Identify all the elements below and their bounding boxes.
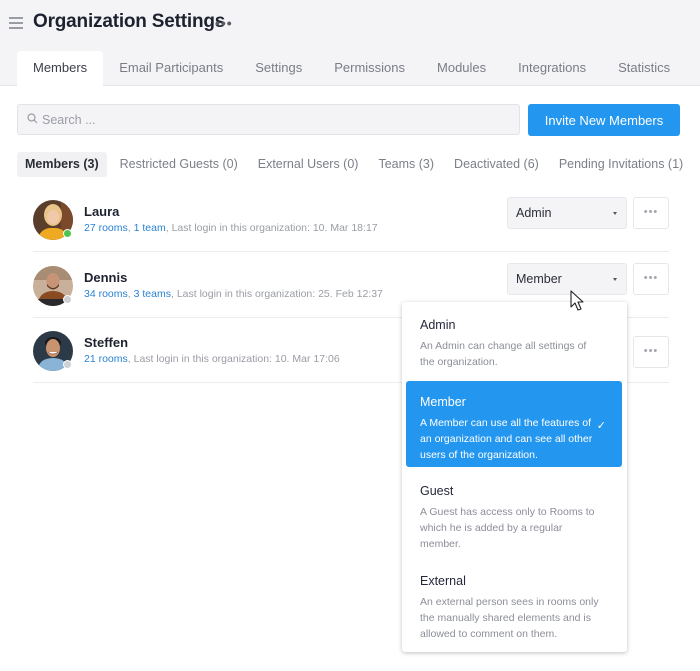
subtab-deactivated[interactable]: Deactivated (6) xyxy=(446,152,547,177)
settings-tabs: Members Email Participants Settings Perm… xyxy=(17,51,686,87)
tab-members[interactable]: Members xyxy=(17,51,104,87)
member-more-button[interactable]: ••• xyxy=(633,263,669,295)
member-meta: 34 rooms, 3 teams, Last login in this or… xyxy=(84,288,383,300)
role-dropdown-menu: Admin An Admin can change all settings o… xyxy=(402,302,627,652)
role-option-external[interactable]: External An external person sees in room… xyxy=(406,560,622,648)
member-more-button[interactable]: ••• xyxy=(633,197,669,229)
search-input[interactable] xyxy=(42,105,512,134)
role-option-admin[interactable]: Admin An Admin can change all settings o… xyxy=(406,304,622,378)
option-description: A Member can use all the features of an … xyxy=(420,417,593,461)
member-name: Dennis xyxy=(84,270,128,285)
subtab-external-users[interactable]: External Users (0) xyxy=(250,152,367,177)
role-option-guest[interactable]: Guest A Guest has access only to Rooms t… xyxy=(406,470,622,556)
member-row: Laura 27 rooms, 1 team, Last login in th… xyxy=(33,187,669,252)
rooms-link[interactable]: 34 rooms xyxy=(84,288,128,300)
role-select[interactable]: Member xyxy=(507,263,627,295)
member-name: Laura xyxy=(84,204,120,219)
teams-link[interactable]: 3 teams xyxy=(134,288,171,300)
top-bar: Organization Settings ••• Members Email … xyxy=(0,0,700,87)
tab-permissions[interactable]: Permissions xyxy=(318,51,421,87)
last-login: Last login in this organization: 10. Mar… xyxy=(133,353,340,365)
option-title: Admin xyxy=(420,318,456,332)
subtab-pending-invitations[interactable]: Pending Invitations (1) xyxy=(551,152,691,177)
option-description: A Guest has access only to Rooms to whic… xyxy=(420,506,595,550)
hamburger-icon[interactable] xyxy=(9,16,23,30)
member-more-button[interactable]: ••• xyxy=(633,336,669,368)
offline-status-indicator xyxy=(63,295,72,304)
member-meta: 27 rooms, 1 team, Last login in this org… xyxy=(84,222,378,234)
tab-modules[interactable]: Modules xyxy=(421,51,502,87)
tab-statistics[interactable]: Statistics xyxy=(602,51,686,87)
role-value: Member xyxy=(516,272,562,286)
search-box xyxy=(17,104,520,135)
option-title: Member xyxy=(420,395,466,409)
subtab-teams[interactable]: Teams (3) xyxy=(370,152,442,177)
search-icon xyxy=(27,113,38,124)
tab-email-participants[interactable]: Email Participants xyxy=(103,51,239,87)
member-name: Steffen xyxy=(84,335,129,350)
option-description: An Admin can change all settings of the … xyxy=(420,340,587,368)
caret-down-icon xyxy=(613,212,617,215)
offline-status-indicator xyxy=(63,360,72,369)
last-login: Last login in this organization: 10. Mar… xyxy=(171,222,378,234)
tab-integrations[interactable]: Integrations xyxy=(502,51,602,87)
caret-down-icon xyxy=(613,278,617,281)
rooms-link[interactable]: 21 rooms xyxy=(84,353,128,365)
tab-settings[interactable]: Settings xyxy=(239,51,318,87)
option-title: Guest xyxy=(420,484,454,498)
member-meta: 21 rooms, Last login in this organizatio… xyxy=(84,353,340,365)
subtab-members[interactable]: Members (3) xyxy=(17,152,107,177)
more-options-button[interactable]: ••• xyxy=(215,15,233,31)
option-description: An external person sees in rooms only th… xyxy=(420,596,599,640)
last-login: Last login in this organization: 25. Feb… xyxy=(176,288,383,300)
subtab-restricted-guests[interactable]: Restricted Guests (0) xyxy=(112,152,246,177)
mouse-pointer-icon xyxy=(570,290,584,311)
teams-link[interactable]: 1 team xyxy=(134,222,166,234)
role-value: Admin xyxy=(516,206,552,220)
role-option-member[interactable]: Member A Member can use all the features… xyxy=(406,381,622,467)
rooms-link[interactable]: 27 rooms xyxy=(84,222,128,234)
member-filter-tabs: Members (3) Restricted Guests (0) Extern… xyxy=(17,152,695,177)
option-title: External xyxy=(420,574,466,588)
role-select[interactable]: Admin xyxy=(507,197,627,229)
page-title: Organization Settings xyxy=(33,11,226,32)
invite-new-members-button[interactable]: Invite New Members xyxy=(528,104,680,136)
checkmark-icon: ✓ xyxy=(596,420,606,432)
online-status-indicator xyxy=(63,229,72,238)
